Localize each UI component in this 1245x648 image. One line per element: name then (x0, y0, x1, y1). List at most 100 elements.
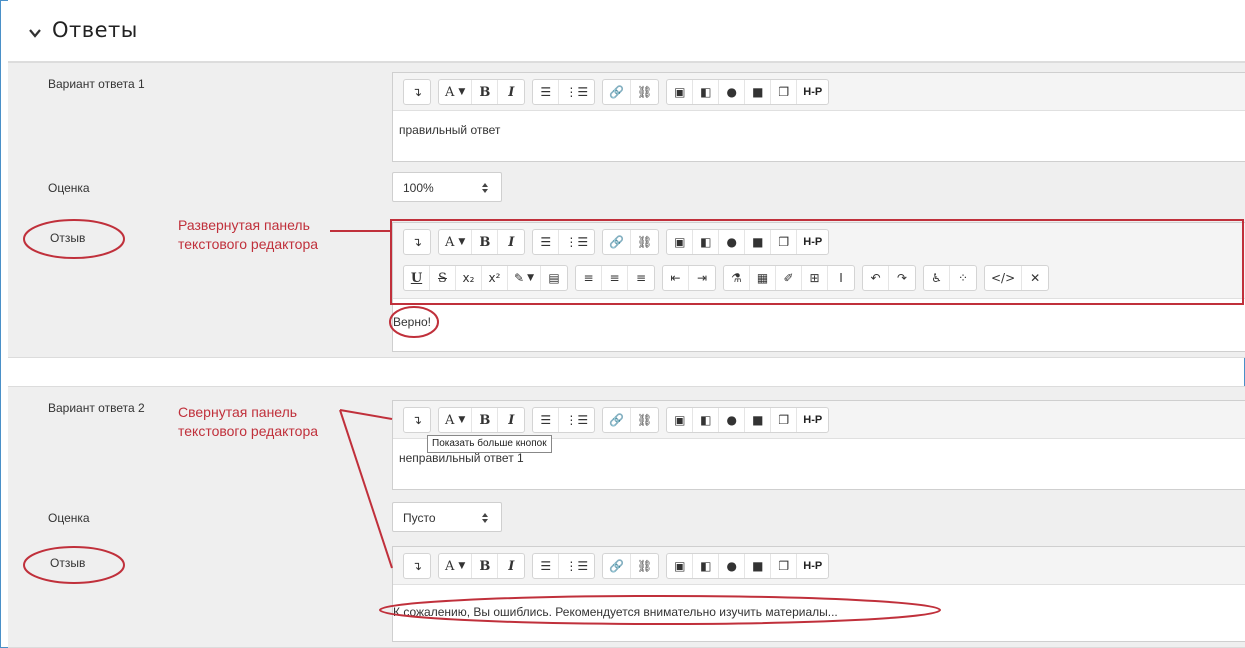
align-left-icon[interactable]: ≡ (576, 266, 602, 290)
answer-2-grade-select[interactable]: Пусто (392, 502, 502, 532)
image-icon[interactable]: ▣ (667, 408, 694, 432)
italic-button[interactable]: I (498, 230, 524, 254)
section-header[interactable]: Ответы (8, 0, 1245, 62)
cursor-icon[interactable]: Ι (828, 266, 854, 290)
manage-files-icon[interactable]: ❐ (771, 230, 798, 254)
clear-formatting-icon[interactable]: ▤ (541, 266, 567, 290)
font-a-label: A (445, 558, 455, 574)
fullscreen-icon[interactable]: ✕ (1022, 266, 1048, 290)
h5p-icon[interactable]: H-P (797, 230, 828, 254)
annotation-collapsed-line2: текстового редактора (178, 423, 319, 439)
outdent-icon[interactable]: ⇤ (663, 266, 689, 290)
editor-content[interactable]: правильный ответ (399, 123, 500, 137)
accessibility-icon[interactable]: ♿ (924, 266, 950, 290)
image-icon[interactable]: ▣ (667, 80, 694, 104)
editor-toolbar: ↴ A ▼ B I ☰ ⋮☰ 🔗 ⛓ ▣ ◧ ● ■ ❐ H-P (393, 73, 1245, 111)
edit-icon[interactable]: ✐ (776, 266, 802, 290)
link-icon[interactable]: 🔗 (603, 230, 632, 254)
unordered-list-icon[interactable]: ☰ (533, 408, 560, 432)
answer-2-grade-label: Оценка (48, 511, 90, 525)
video-camera-icon[interactable]: ■ (745, 80, 772, 104)
indent-icon[interactable]: ⇥ (689, 266, 715, 290)
font-a-label: A (445, 84, 455, 100)
undo-icon[interactable]: ↶ (863, 266, 889, 290)
strikethrough-button[interactable]: S (430, 266, 456, 290)
unordered-list-icon[interactable]: ☰ (533, 554, 560, 578)
microphone-icon[interactable]: ● (719, 408, 746, 432)
microphone-icon[interactable]: ● (719, 554, 746, 578)
calculator-icon[interactable]: ▦ (750, 266, 776, 290)
microphone-icon[interactable]: ● (719, 80, 746, 104)
manage-files-icon[interactable]: ❐ (771, 554, 798, 578)
ordered-list-icon[interactable]: ⋮☰ (559, 80, 594, 104)
editor-content[interactable]: К сожалению, Вы ошиблись. Рекомендуется … (393, 605, 838, 619)
answer-1-editor[interactable]: ↴ A ▼ B I ☰ ⋮☰ 🔗 ⛓ ▣ ◧ ● ■ ❐ H-P правиль… (392, 72, 1245, 162)
bold-button[interactable]: B (472, 230, 499, 254)
unordered-list-icon[interactable]: ☰ (533, 230, 560, 254)
font-style-button[interactable]: A ▼ (439, 408, 473, 432)
align-right-icon[interactable]: ≡ (628, 266, 654, 290)
answer-1-feedback-label: Отзыв (50, 231, 86, 245)
video-camera-icon[interactable]: ■ (745, 230, 772, 254)
answer-2-feedback-editor[interactable]: ↴ A ▼ B I ☰ ⋮☰ 🔗 ⛓ ▣ ◧ ● ■ ❐ H-P К сожал… (392, 546, 1245, 642)
show-more-buttons-icon[interactable]: ↴ (404, 80, 430, 104)
media-icon[interactable]: ◧ (693, 408, 720, 432)
editor-toolbar-expanded: ↴ A ▼ B I ☰ ⋮☰ 🔗 ⛓ ▣ ◧ ● ■ ❐ H-P U S x₂ … (393, 223, 1245, 299)
font-style-button[interactable]: A ▼ (439, 230, 473, 254)
show-more-buttons-icon[interactable]: ↴ (404, 554, 430, 578)
image-icon[interactable]: ▣ (667, 230, 694, 254)
bold-button[interactable]: B (472, 408, 499, 432)
manage-files-icon[interactable]: ❐ (771, 80, 798, 104)
section-title: Ответы (52, 18, 138, 42)
editor-content[interactable]: неправильный ответ 1 (399, 451, 524, 465)
media-icon[interactable]: ◧ (693, 230, 720, 254)
font-style-button[interactable]: A ▼ (439, 80, 473, 104)
ordered-list-icon[interactable]: ⋮☰ (559, 230, 594, 254)
italic-button[interactable]: I (498, 80, 524, 104)
media-icon[interactable]: ◧ (693, 554, 720, 578)
video-camera-icon[interactable]: ■ (745, 408, 772, 432)
bold-button[interactable]: B (472, 554, 499, 578)
h5p-icon[interactable]: H-P (797, 554, 828, 578)
chevron-down-icon[interactable] (28, 26, 42, 40)
font-a-label: A (445, 412, 455, 428)
underline-button[interactable]: U (404, 266, 430, 290)
bold-button[interactable]: B (472, 80, 499, 104)
italic-button[interactable]: I (498, 408, 524, 432)
link-icon[interactable]: 🔗 (603, 408, 632, 432)
show-more-buttons-icon[interactable]: ↴ (404, 408, 430, 432)
unordered-list-icon[interactable]: ☰ (533, 80, 560, 104)
font-style-button[interactable]: A ▼ (439, 554, 473, 578)
italic-button[interactable]: I (498, 554, 524, 578)
ordered-list-icon[interactable]: ⋮☰ (559, 554, 594, 578)
h5p-icon[interactable]: H-P (797, 408, 828, 432)
annotation-collapsed-line1: Свернутая панель (178, 404, 298, 420)
ordered-list-icon[interactable]: ⋮☰ (559, 408, 594, 432)
manage-files-icon[interactable]: ❐ (771, 408, 798, 432)
redo-icon[interactable]: ↷ (889, 266, 915, 290)
html-code-icon[interactable]: </> (985, 266, 1023, 290)
editor-content[interactable]: Верно! (393, 315, 431, 329)
align-center-icon[interactable]: ≡ (602, 266, 628, 290)
link-icon[interactable]: 🔗 (603, 554, 632, 578)
video-camera-icon[interactable]: ■ (745, 554, 772, 578)
table-icon[interactable]: ⊞ (802, 266, 828, 290)
unlink-icon[interactable]: ⛓ (631, 408, 658, 432)
screenreader-icon[interactable]: ⁘ (950, 266, 976, 290)
text-color-icon[interactable]: ✎ ▼ (508, 266, 541, 290)
image-icon[interactable]: ▣ (667, 554, 694, 578)
h5p-icon[interactable]: H-P (797, 80, 828, 104)
link-icon[interactable]: 🔗 (603, 80, 632, 104)
superscript-button[interactable]: x² (482, 266, 508, 290)
unlink-icon[interactable]: ⛓ (631, 230, 658, 254)
equation-icon[interactable]: ⚗ (724, 266, 750, 290)
answer-1-feedback-editor[interactable]: ↴ A ▼ B I ☰ ⋮☰ 🔗 ⛓ ▣ ◧ ● ■ ❐ H-P U S x₂ … (392, 222, 1245, 352)
answer-1-grade-select[interactable]: 100% (392, 172, 502, 202)
unlink-icon[interactable]: ⛓ (631, 554, 658, 578)
media-icon[interactable]: ◧ (693, 80, 720, 104)
unlink-icon[interactable]: ⛓ (631, 80, 658, 104)
microphone-icon[interactable]: ● (719, 230, 746, 254)
show-less-buttons-icon[interactable]: ↴ (404, 230, 430, 254)
answer-2-label: Вариант ответа 2 (48, 401, 145, 415)
subscript-button[interactable]: x₂ (456, 266, 482, 290)
